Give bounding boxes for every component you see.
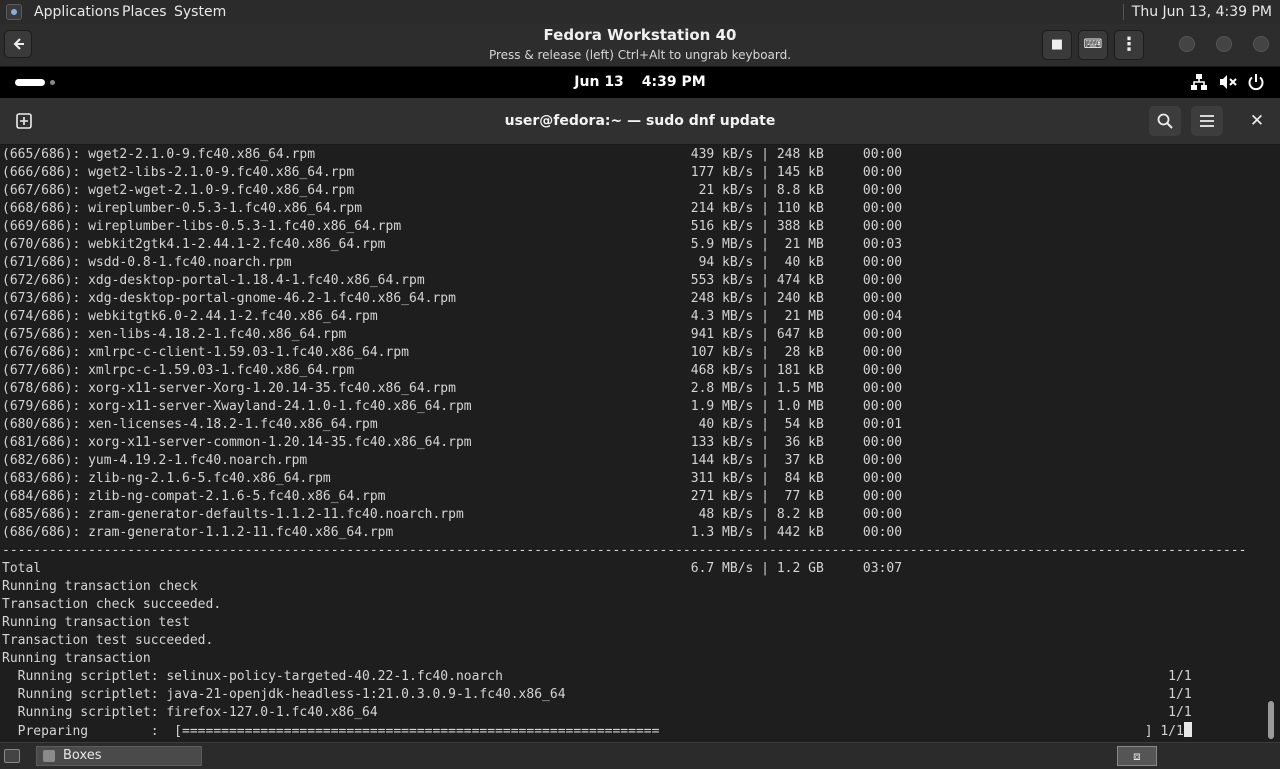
close-icon: ✕ bbox=[1249, 111, 1265, 131]
terminal-line: (671/686): wsdd-0.8-1.fc40.noarch.rpm 94… bbox=[2, 255, 903, 270]
menu-system[interactable]: System bbox=[174, 0, 226, 24]
guest-clock[interactable]: Jun 13 4:39 PM bbox=[0, 67, 1280, 98]
terminal-line: (678/686): xorg-x11-server-Xorg-1.20.14-… bbox=[2, 381, 903, 396]
terminal-line: (669/686): wireplumber-libs-0.5.3-1.fc40… bbox=[2, 219, 903, 234]
terminal-line: (674/686): webkitgtk6.0-2.44.1-2.fc40.x8… bbox=[2, 309, 903, 324]
kebab-menu-icon: ⋮ bbox=[1120, 34, 1138, 55]
host-clock-applet[interactable]: Thu Jun 13, 4:39 PM bbox=[1122, 0, 1280, 24]
terminal-title: user@fedora:~ — sudo dnf update bbox=[504, 113, 776, 129]
terminal-line: (684/686): zlib-ng-compat-2.1.6-5.fc40.x… bbox=[2, 489, 903, 504]
host-clock[interactable]: Thu Jun 13, 4:39 PM bbox=[1132, 4, 1272, 20]
vm-menu-button[interactable]: ⋮ bbox=[1114, 30, 1144, 60]
terminal-line: (670/686): webkit2gtk4.1-2.44.1-2.fc40.x… bbox=[2, 237, 903, 252]
terminal-line: (672/686): xdg-desktop-portal-1.18.4-1.f… bbox=[2, 273, 903, 288]
search-icon bbox=[1157, 113, 1173, 129]
terminal-line: ----------------------------------------… bbox=[2, 543, 1247, 558]
stop-button[interactable]: ■ bbox=[1042, 30, 1072, 60]
network-wired-icon[interactable] bbox=[1190, 73, 1208, 93]
terminal-menu-button[interactable] bbox=[1191, 106, 1223, 136]
terminal-line: (666/686): wget2-libs-2.1.0-9.fc40.x86_6… bbox=[2, 165, 903, 180]
terminal-line: Running scriptlet: firefox-127.0-1.fc40.… bbox=[2, 705, 1192, 720]
guest-top-bar: Jun 13 4:39 PM bbox=[0, 67, 1280, 98]
terminal-text: (665/686): wget2-2.1.0-9.fc40.x86_64.rpm… bbox=[2, 146, 1246, 740]
taskbar-item-label: Boxes bbox=[63, 748, 102, 763]
search-button[interactable] bbox=[1149, 106, 1181, 136]
stop-icon: ■ bbox=[1050, 37, 1064, 52]
volume-muted-icon[interactable] bbox=[1218, 73, 1238, 93]
terminal-scrollbar[interactable] bbox=[1268, 701, 1274, 739]
terminal-line: (677/686): xmlrpc-c-1.59.03-1.fc40.x86_6… bbox=[2, 363, 903, 378]
terminal-line: (673/686): xdg-desktop-portal-gnome-46.2… bbox=[2, 291, 903, 306]
terminal-line: (685/686): zram-generator-defaults-1.1.2… bbox=[2, 507, 903, 522]
terminal-close-button[interactable]: ✕ bbox=[1241, 106, 1273, 136]
host-top-panel: Applications Places System Thu Jun 13, 4… bbox=[0, 0, 1280, 24]
show-desktop-icon[interactable] bbox=[4, 749, 20, 763]
terminal-line: Running transaction check bbox=[2, 579, 198, 594]
terminal-line: Total 6.7 MB/s | 1.2 GB 03:07 bbox=[2, 561, 903, 576]
power-icon[interactable] bbox=[1247, 73, 1265, 93]
terminal-line: Running transaction test bbox=[2, 615, 190, 630]
distro-logo-icon[interactable] bbox=[6, 4, 22, 20]
menu-places[interactable]: Places bbox=[122, 0, 167, 24]
terminal-line: Running scriptlet: selinux-policy-target… bbox=[2, 669, 1192, 684]
keyboard-icon: ⌨ bbox=[1083, 37, 1103, 52]
guest-date: Jun 13 bbox=[574, 74, 624, 90]
hamburger-menu-icon bbox=[1200, 115, 1214, 127]
boxes-headerbar: Fedora Workstation 40 Press & release (l… bbox=[0, 24, 1280, 67]
terminal-line: (682/686): yum-4.19.2-1.fc40.noarch.rpm … bbox=[2, 453, 903, 468]
boxes-app-icon bbox=[43, 750, 55, 762]
terminal-line: (679/686): xorg-x11-server-Xwayland-24.1… bbox=[2, 399, 903, 414]
terminal-line: Transaction test succeeded. bbox=[2, 633, 214, 648]
terminal-line: Transaction check succeeded. bbox=[2, 597, 222, 612]
panel-separator bbox=[1122, 4, 1124, 20]
workspace-icon: ⧈ bbox=[1133, 749, 1141, 763]
terminal-line: (686/686): zram-generator-1.1.2-11.fc40.… bbox=[2, 525, 903, 540]
terminal-line: (683/686): zlib-ng-2.1.6-5.fc40.x86_64.r… bbox=[2, 471, 903, 486]
taskbar-item-boxes[interactable]: Boxes bbox=[36, 746, 202, 766]
window-close-button[interactable] bbox=[1253, 36, 1269, 52]
menu-applications[interactable]: Applications bbox=[34, 0, 120, 24]
minimize-button[interactable] bbox=[1179, 36, 1195, 52]
text-cursor bbox=[1183, 722, 1192, 737]
terminal-line: (675/686): xen-libs-4.18.2-1.fc40.x86_64… bbox=[2, 327, 903, 342]
terminal-output[interactable]: (665/686): wget2-2.1.0-9.fc40.x86_64.rpm… bbox=[0, 145, 1280, 742]
workspace-switcher[interactable]: ⧈ bbox=[1117, 746, 1157, 766]
host-taskbar: Boxes ⧈ bbox=[0, 742, 1280, 769]
terminal-line: Running transaction bbox=[2, 651, 151, 666]
terminal-line: (680/686): xen-licenses-4.18.2-1.fc40.x8… bbox=[2, 417, 903, 432]
guest-time: 4:39 PM bbox=[641, 74, 706, 90]
maximize-button[interactable] bbox=[1216, 36, 1232, 52]
terminal-line: Running scriptlet: java-21-openjdk-headl… bbox=[2, 687, 1192, 702]
terminal-line: Preparing : [===========================… bbox=[2, 722, 1246, 740]
terminal-line: (668/686): wireplumber-0.5.3-1.fc40.x86_… bbox=[2, 201, 903, 216]
terminal-line: (681/686): xorg-x11-server-common-1.20.1… bbox=[2, 435, 903, 450]
terminal-line: (676/686): xmlrpc-c-client-1.59.03-1.fc4… bbox=[2, 345, 903, 360]
send-keys-button[interactable]: ⌨ bbox=[1078, 30, 1108, 60]
terminal-line: (665/686): wget2-2.1.0-9.fc40.x86_64.rpm… bbox=[2, 147, 903, 162]
terminal-headerbar: user@fedora:~ — sudo dnf update ✕ bbox=[0, 98, 1280, 145]
terminal-line: (667/686): wget2-wget-2.1.0-9.fc40.x86_6… bbox=[2, 183, 903, 198]
